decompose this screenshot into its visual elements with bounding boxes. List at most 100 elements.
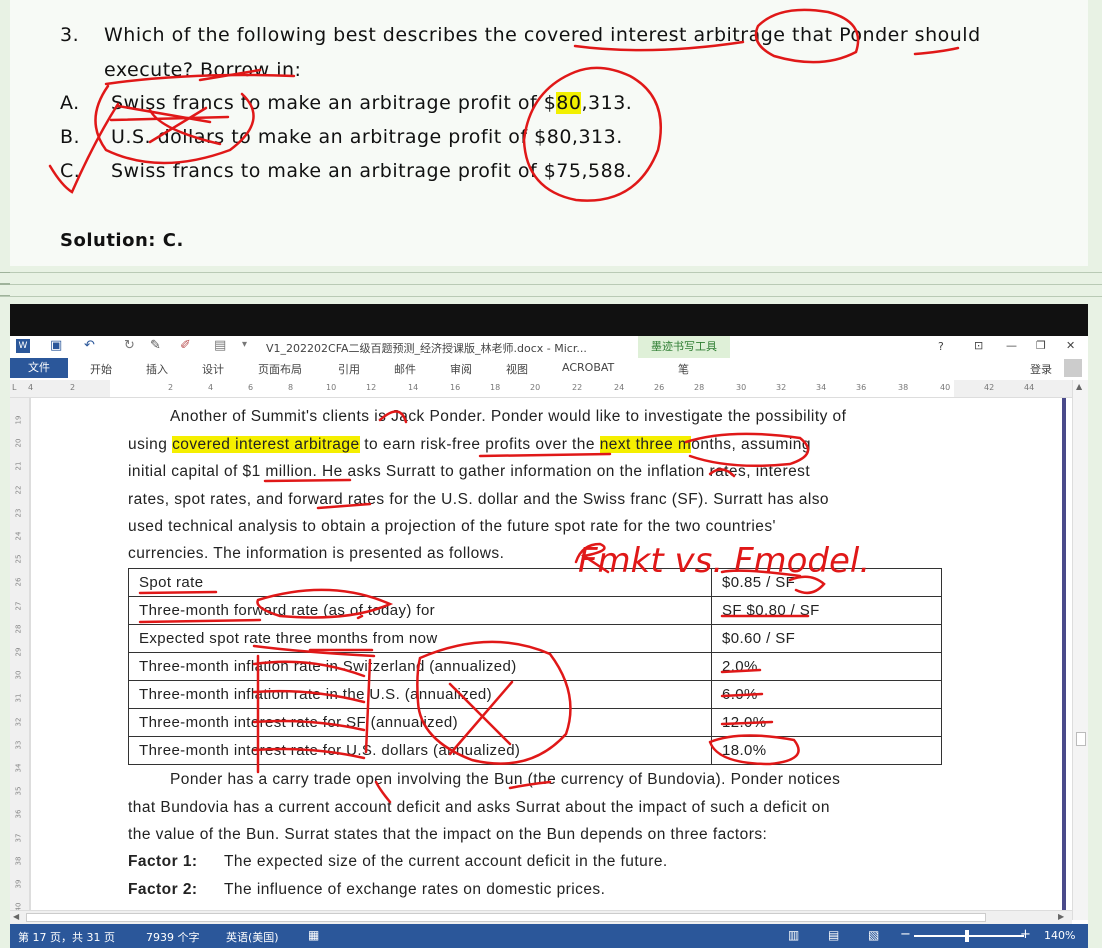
scroll-left-icon[interactable]: ◀	[13, 912, 19, 921]
ruler-number: 2	[70, 383, 76, 392]
word-count[interactable]: 7939 个字	[146, 929, 200, 945]
ribbon-display-button[interactable]: ⊡	[974, 339, 983, 352]
restore-button[interactable]: ❐	[1036, 339, 1046, 352]
vruler-number: 23	[14, 508, 23, 518]
ruler-number: 32	[776, 383, 787, 392]
table-cell-value: SF $0.80 / SF	[711, 596, 942, 625]
vruler-number: 39	[14, 879, 23, 889]
ruler-number: 44	[1024, 383, 1035, 392]
vruler-number: 26	[14, 577, 23, 587]
vruler-number: 31	[14, 693, 23, 703]
read-mode-icon[interactable]: ▥	[788, 928, 799, 942]
option-b-text[interactable]: U.S. dollars to make an arbitrage profit…	[111, 126, 623, 148]
zoom-out-icon[interactable]: −	[900, 927, 911, 942]
language-status[interactable]: 英语(美国)	[226, 929, 279, 945]
table-row: Three-month interest rate for U.S. dolla…	[128, 736, 942, 765]
ink-tools-tab[interactable]: 墨迹书写工具	[638, 336, 730, 358]
tab-mailings[interactable]: 邮件	[394, 361, 416, 377]
ruler-number: 14	[408, 383, 419, 392]
table-row: Three-month forward rate (as of today) f…	[128, 596, 942, 625]
layout-icon[interactable]: ▤	[214, 338, 226, 353]
divider-line	[0, 284, 1102, 285]
table-row: Three-month inflation rate in Switzerlan…	[128, 652, 942, 681]
factor-text: The influence of exchange rates on domes…	[224, 881, 606, 898]
doc-highlight: next three m	[599, 436, 692, 453]
vruler-number: 20	[14, 438, 23, 448]
option-a-text[interactable]: Swiss francs to make an arbitrage profit…	[111, 92, 632, 114]
ruler-number: 12	[366, 383, 377, 392]
minimize-button[interactable]: —	[1006, 339, 1017, 352]
tab-pen[interactable]: 笔	[678, 361, 689, 377]
doc-line: that Bundovia has a current account defi…	[128, 799, 830, 816]
vruler-number: 25	[14, 554, 23, 564]
title-bar: W ▣ ↶ ↻ ✎ ✐ ▤ ▾ V1_202202CFA二级百题预测_经济授课版…	[10, 336, 1088, 358]
macro-icon[interactable]: ▦	[308, 928, 319, 942]
doc-line: Ponder has a carry trade open involving …	[170, 771, 841, 788]
vruler-number: 30	[14, 670, 23, 680]
question-stem-line2: execute? Borrow in:	[104, 59, 302, 81]
scroll-right-icon[interactable]: ▶	[1058, 912, 1064, 921]
ruler-number: 2	[168, 383, 174, 392]
doc-line: currencies. The information is presented…	[128, 545, 505, 562]
ruler-number: 26	[654, 383, 665, 392]
page-edge	[30, 398, 31, 910]
tab-insert[interactable]: 插入	[146, 361, 168, 377]
avatar[interactable]	[1064, 359, 1082, 377]
pen-icon[interactable]: ✎	[150, 338, 161, 353]
hscroll-thumb[interactable]	[26, 913, 986, 922]
tab-review[interactable]: 审阅	[450, 361, 472, 377]
redo-icon[interactable]: ↻	[124, 338, 135, 353]
tab-view[interactable]: 视图	[506, 361, 528, 377]
vruler-number: 33	[14, 740, 23, 750]
divider-mark	[0, 272, 10, 284]
close-button[interactable]: ✕	[1066, 339, 1075, 352]
scroll-thumb[interactable]	[1076, 732, 1086, 746]
question-number: 3.	[60, 24, 80, 46]
factor-text: The expected size of the current account…	[224, 853, 668, 870]
option-a-letter: A.	[60, 92, 80, 114]
word-window: W ▣ ↶ ↻ ✎ ✐ ▤ ▾ V1_202202CFA二级百题预测_经济授课版…	[10, 304, 1088, 948]
tab-design[interactable]: 设计	[202, 361, 224, 377]
ruler-number: 24	[614, 383, 625, 392]
vertical-ruler[interactable]: (function(){ var vr = document.currentSc…	[10, 398, 30, 920]
status-bar: 第 17 页，共 31 页 7939 个字 英语(美国) ▦ ▥ ▤ ▧ − +…	[10, 924, 1088, 948]
horizontal-ruler[interactable]: L 4 2 ⌂ 2 4 6 8 10 12 14 16 18 20 22 24 …	[10, 380, 1072, 398]
table-cell-value: 18.0%	[711, 736, 942, 765]
tab-references[interactable]: 引用	[338, 361, 360, 377]
horizontal-scrollbar[interactable]: ◀ ▶	[10, 910, 1072, 924]
vertical-scrollbar[interactable]: ▲	[1072, 380, 1088, 920]
zoom-level[interactable]: 140%	[1044, 929, 1075, 942]
login-link[interactable]: 登录	[1030, 361, 1052, 377]
tab-home[interactable]: 开始	[90, 361, 112, 377]
ruler-number: 4	[28, 383, 34, 392]
save-icon[interactable]: ▣	[50, 338, 62, 353]
ruler-number: 34	[816, 383, 827, 392]
option-b-letter: B.	[60, 126, 81, 148]
ruler-tab-selector[interactable]: L	[12, 383, 16, 392]
ruler-number: 10	[326, 383, 337, 392]
help-button[interactable]: ?	[938, 340, 944, 353]
divider-line	[0, 296, 1102, 297]
tab-acrobat[interactable]: ACROBAT	[562, 361, 614, 374]
page-right-edge	[1062, 398, 1066, 910]
highlighter-icon[interactable]: ✐	[180, 338, 191, 353]
option-c-text[interactable]: Swiss francs to make an arbitrage profit…	[111, 160, 632, 182]
document-title: V1_202202CFA二级百题预测_经济授课版_林老师.docx - Micr…	[266, 342, 587, 355]
vruler-number: 37	[14, 833, 23, 843]
tab-page-layout[interactable]: 页面布局	[258, 361, 302, 377]
ruler-number: 36	[856, 383, 867, 392]
page-count[interactable]: 第 17 页，共 31 页	[18, 929, 115, 945]
zoom-slider-track[interactable]	[914, 935, 1024, 937]
zoom-in-icon[interactable]: +	[1020, 927, 1031, 942]
table-row: Expected spot rate three months from now…	[128, 624, 942, 653]
web-layout-icon[interactable]: ▧	[868, 928, 879, 942]
doc-line: using covered interest arbitrage to earn…	[128, 436, 811, 453]
scroll-up-icon[interactable]: ▲	[1076, 382, 1082, 391]
chevron-down-icon[interactable]: ▾	[242, 339, 247, 350]
tab-file[interactable]: 文件	[10, 358, 68, 378]
ruler-number: 40	[940, 383, 951, 392]
print-layout-icon[interactable]: ▤	[828, 928, 839, 942]
table-cell-value: $0.85 / SF	[711, 568, 942, 597]
undo-icon[interactable]: ↶	[84, 338, 95, 353]
zoom-slider-thumb[interactable]	[965, 930, 969, 942]
